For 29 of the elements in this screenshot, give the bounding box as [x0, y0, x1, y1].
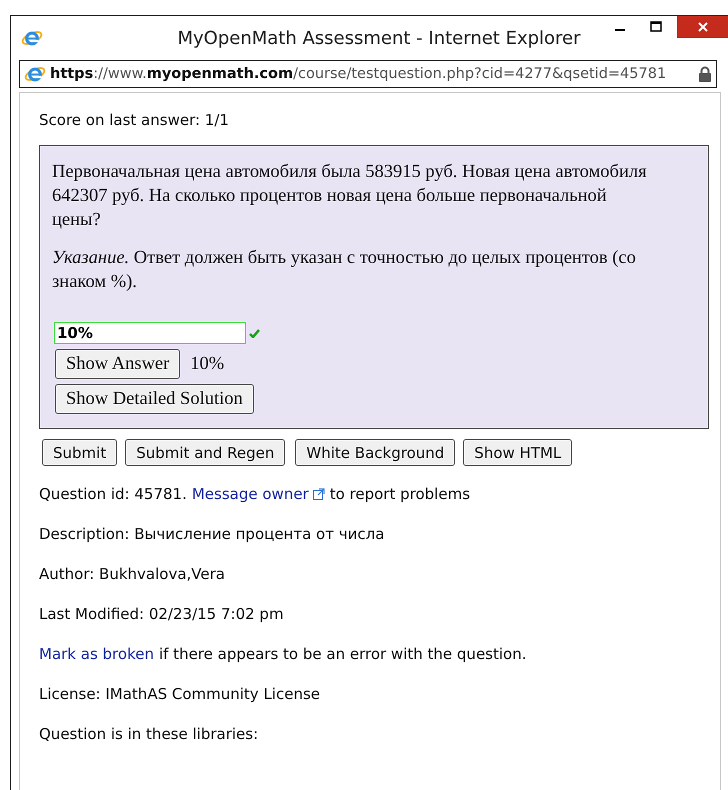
- checkmark-icon: [249, 328, 260, 338]
- detailed-solution-button[interactable]: Show Detailed Solution: [55, 384, 254, 414]
- info-text: to report problems: [330, 485, 470, 503]
- answer-field[interactable]: 10%: [54, 322, 246, 344]
- action-button[interactable]: Submit and Regen: [125, 439, 286, 466]
- maximize-icon[interactable]: [650, 21, 662, 33]
- address-bar[interactable]: https://www.myopenmath.com/course/testquestion.php?cid=4277&qsetid=45781: [19, 60, 717, 88]
- close-icon[interactable]: [697, 21, 709, 33]
- info-text: License: IMathAS Community License: [39, 685, 320, 703]
- action-button[interactable]: Submit: [42, 439, 118, 466]
- answer-text: 10%: [190, 354, 224, 374]
- window-title: MyOpenMath Assessment - Internet Explorer: [176, 28, 582, 48]
- info-text: Last Modified: 02/23/15 7:02 pm: [39, 605, 284, 623]
- show-answer-button[interactable]: Show Answer: [55, 349, 180, 379]
- info-text: Author: Bukhvalova,Vera: [39, 565, 225, 583]
- close-button[interactable]: [677, 16, 728, 38]
- link[interactable]: Mark as broken: [39, 645, 154, 663]
- link[interactable]: Message owner: [192, 485, 309, 503]
- external-link-icon: [312, 488, 325, 500]
- action-button[interactable]: White Background: [295, 439, 456, 466]
- info-text: Question is in these libraries:: [39, 725, 258, 743]
- info-text: if there appears to be an error with the question.: [158, 645, 526, 663]
- info-text: Question id: 45781.: [39, 485, 187, 503]
- score-text: Score on last answer: 1/1: [39, 111, 230, 129]
- info-text: Description: Вычисление процента от числа: [39, 525, 384, 543]
- url-text: https://www.myopenmath.com/course/testquestion.php?cid=4277&qsetid=45781: [50, 66, 668, 82]
- action-button[interactable]: Show HTML: [463, 439, 572, 466]
- question-text: Первоначальная цена автомобиля была 583915 руб. Новая цена автомобиля 642307 руб. На сколько процентов новая цена больше первоначальной цены?: [52, 161, 648, 232]
- question-text: Указание. Ответ должен быть указан с точностью до целых процентов (со знаком %).: [52, 247, 637, 294]
